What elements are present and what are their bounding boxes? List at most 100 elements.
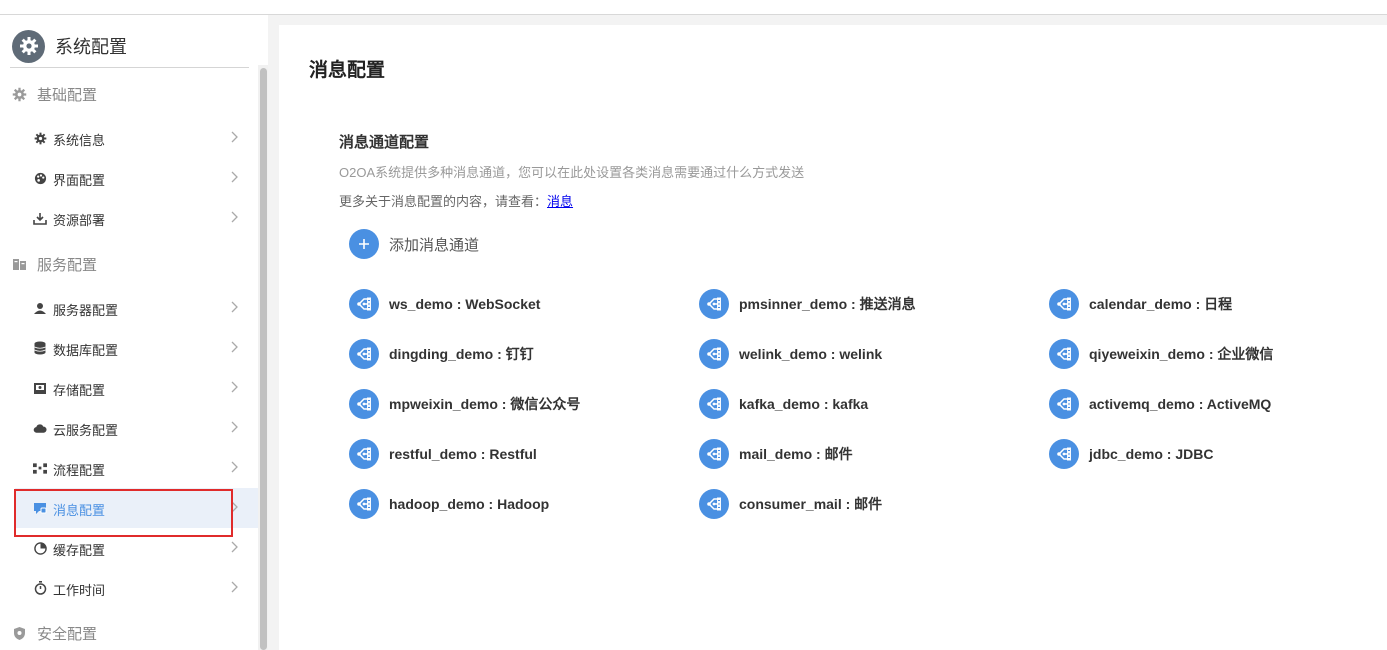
channel-item[interactable]: hadoop_demo : Hadoop [349, 488, 549, 520]
channel-item[interactable]: jdbc_demo : JDBC [1049, 438, 1213, 470]
chevron-right-icon [231, 341, 238, 353]
channel-item[interactable]: welink_demo : welink [699, 338, 882, 370]
title-divider [10, 67, 249, 68]
storage-icon [33, 381, 47, 395]
palette-icon [33, 171, 47, 185]
sidebar-item-system-info[interactable]: 系统信息 [15, 118, 259, 158]
sidebar-item-server-config[interactable]: 服务器配置 [15, 288, 259, 328]
plus-icon [349, 229, 379, 259]
channel-label: dingding_demo : 钉钉 [389, 346, 534, 362]
sidebar-item-label: 服务器配置 [53, 303, 119, 318]
sidebar-item-label: 工作时间 [53, 583, 106, 598]
flow-icon [33, 461, 47, 475]
channel-icon [699, 489, 729, 519]
channel-item[interactable]: qiyeweixin_demo : 企业微信 [1049, 338, 1273, 370]
channel-icon [699, 389, 729, 419]
chevron-right-icon [231, 211, 238, 223]
chevron-right-icon [231, 461, 238, 473]
sidebar-item-database-config[interactable]: 数据库配置 [15, 328, 259, 368]
sidebar-item-label: 存储配置 [53, 383, 106, 398]
channel-icon [1049, 289, 1079, 319]
sidebar-item-ui-config[interactable]: 界面配置 [15, 158, 259, 198]
channel-item[interactable]: consumer_mail : 邮件 [699, 488, 882, 520]
channel-label: pmsinner_demo : 推送消息 [739, 296, 916, 312]
chevron-right-icon [231, 171, 238, 183]
shield-icon [14, 626, 25, 640]
app-title[interactable]: 系统配置 [12, 29, 127, 63]
channel-item[interactable]: pmsinner_demo : 推送消息 [699, 288, 916, 320]
sidebar-item-work-time[interactable]: 工作时间 [15, 568, 259, 608]
sidebar-item-label: 数据库配置 [53, 343, 119, 358]
channel-label: mail_demo : 邮件 [739, 446, 853, 462]
cloud-icon [33, 421, 47, 435]
group-label: 安全配置 [37, 625, 98, 643]
chevron-right-icon [231, 581, 238, 593]
group-label: 服务配置 [37, 256, 98, 274]
channel-icon [349, 489, 379, 519]
sidebar-item-storage-config[interactable]: 存储配置 [15, 368, 259, 408]
group-service-config: 服务配置 [12, 252, 97, 276]
page-title: 消息配置 [309, 60, 386, 81]
more-info-prefix: 更多关于消息配置的内容，请查看： [339, 194, 548, 209]
channel-item[interactable]: restful_demo : Restful [349, 438, 537, 470]
sidebar-item-label: 缓存配置 [53, 543, 106, 558]
more-info-line: 更多关于消息配置的内容，请查看：消息 [339, 191, 573, 210]
channel-icon [349, 439, 379, 469]
message-doc-link[interactable]: 消息 [547, 194, 573, 209]
pie-icon [33, 541, 47, 555]
channel-item[interactable]: mpweixin_demo : 微信公众号 [349, 388, 580, 420]
channel-label: qiyeweixin_demo : 企业微信 [1089, 346, 1274, 362]
channel-label: ws_demo : WebSocket [389, 296, 541, 312]
database-icon [33, 341, 47, 355]
section-title: 消息通道配置 [339, 134, 430, 151]
channel-item[interactable]: kafka_demo : kafka [699, 388, 868, 420]
add-channel-button[interactable]: 添加消息通道 [349, 228, 479, 260]
channel-icon [699, 339, 729, 369]
channel-icon [349, 389, 379, 419]
channel-label: hadoop_demo : Hadoop [389, 496, 550, 512]
server-icon [13, 258, 26, 270]
deploy-icon [33, 211, 47, 225]
channel-label: activemq_demo : ActiveMQ [1089, 396, 1272, 412]
channel-item[interactable]: dingding_demo : 钉钉 [349, 338, 534, 370]
group-security-config: 安全配置 [12, 621, 97, 645]
main-panel: 消息配置 消息通道配置 O2OA系统提供多种消息通道，您可以在此处设置各类消息需… [279, 25, 1387, 650]
sidebar-item-label: 资源部署 [53, 213, 106, 228]
app-title-text: 系统配置 [55, 37, 127, 57]
sidebar-item-label: 界面配置 [53, 173, 106, 188]
sidebar-item-cloud-config[interactable]: 云服务配置 [15, 408, 259, 448]
gear-icon [33, 131, 47, 145]
gear-icon [12, 29, 45, 63]
channel-label: calendar_demo : 日程 [1089, 296, 1233, 312]
gear-icon [12, 87, 27, 101]
group-label: 基础配置 [37, 86, 98, 104]
channel-icon [699, 439, 729, 469]
channel-icon [1049, 439, 1079, 469]
sidebar-scrollbar-thumb[interactable] [260, 68, 267, 650]
channel-icon [349, 289, 379, 319]
channel-icon [1049, 389, 1079, 419]
sidebar-item-resource-deploy[interactable]: 资源部署 [15, 198, 259, 238]
channel-item[interactable]: calendar_demo : 日程 [1049, 288, 1232, 320]
sidebar-item-label: 流程配置 [53, 463, 106, 478]
chevron-right-icon [231, 301, 238, 313]
highlight-annotation-box [14, 489, 233, 537]
sidebar-item-flow-config[interactable]: 流程配置 [15, 448, 259, 488]
channel-label: mpweixin_demo : 微信公众号 [389, 396, 581, 412]
sidebar: 系统配置 基础配置 系统信息 界面配置 资源部署 服务配置 服务器配置 数据库配… [0, 15, 268, 650]
sidebar-item-label: 系统信息 [53, 133, 106, 148]
sidebar-item-label: 云服务配置 [53, 423, 119, 438]
channel-icon [349, 339, 379, 369]
stopwatch-icon [33, 581, 47, 595]
top-bar [0, 0, 1387, 15]
channel-label: kafka_demo : kafka [739, 396, 869, 412]
channel-item[interactable]: activemq_demo : ActiveMQ [1049, 388, 1271, 420]
chevron-right-icon [231, 421, 238, 433]
add-channel-label: 添加消息通道 [389, 236, 480, 254]
channel-item[interactable]: ws_demo : WebSocket [349, 288, 540, 320]
channel-item[interactable]: mail_demo : 邮件 [699, 438, 853, 470]
channel-label: consumer_mail : 邮件 [739, 496, 883, 512]
channel-icon [1049, 339, 1079, 369]
channel-label: welink_demo : welink [739, 346, 883, 362]
section-description: O2OA系统提供多种消息通道，您可以在此处设置各类消息需要通过什么方式发送 [339, 165, 805, 180]
